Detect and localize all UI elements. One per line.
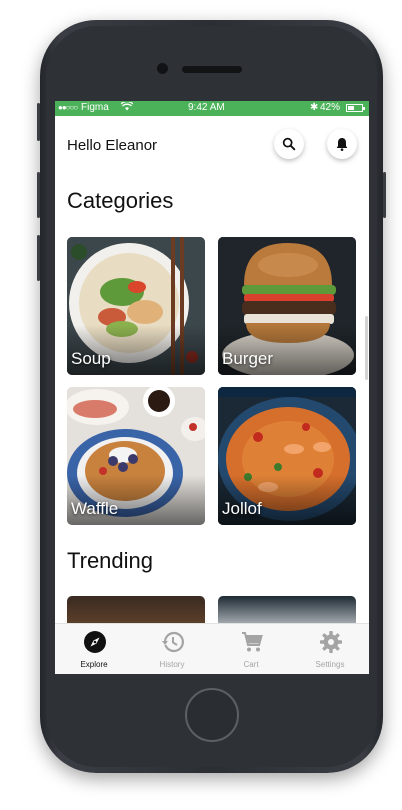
tab-history[interactable]: History (133, 624, 211, 674)
tab-label: Explore (80, 660, 108, 669)
volume-down-button (37, 235, 40, 281)
carrier-name: Figma (81, 102, 109, 113)
home-button[interactable] (185, 688, 239, 742)
speaker-grille (182, 66, 242, 73)
battery-icon (346, 104, 365, 112)
scrollbar[interactable] (365, 316, 368, 380)
camera-icon (157, 63, 168, 74)
battery-percent: 42% (320, 102, 341, 113)
category-card-burger[interactable]: Burger (218, 237, 356, 375)
category-card-waffle[interactable]: Waffle (67, 387, 205, 525)
bell-icon (336, 138, 348, 151)
wifi-icon (120, 101, 134, 113)
status-bar: ●●○○○ Figma 9:42 AM ✱ 42% (55, 101, 369, 116)
tab-label: History (159, 660, 185, 669)
signal-icon: ●●○○○ (58, 103, 78, 112)
greeting-text: Hello Eleanor (67, 137, 158, 154)
category-label: Soup (71, 349, 111, 368)
bluetooth-icon: ✱ (310, 102, 319, 113)
category-card-soup[interactable]: Soup (67, 237, 205, 375)
compass-icon (84, 631, 106, 653)
category-label: Burger (222, 349, 274, 368)
search-button[interactable] (274, 129, 304, 159)
tab-explore[interactable]: Explore (55, 624, 133, 674)
category-card-jollof[interactable]: Jollof (218, 387, 356, 525)
category-label: Jollof (222, 499, 262, 518)
bottom-tab-bar: Explore History Cart Settings (55, 623, 369, 674)
mute-switch (37, 103, 40, 141)
notifications-button[interactable] (327, 129, 357, 159)
trending-heading: Trending (67, 548, 154, 573)
status-time: 9:42 AM (188, 102, 225, 113)
power-button (383, 172, 386, 218)
tab-label: Settings (315, 660, 345, 669)
history-icon (162, 631, 184, 653)
category-label: Waffle (71, 499, 119, 518)
search-icon (282, 137, 296, 151)
tab-cart[interactable]: Cart (212, 624, 290, 674)
cart-icon (242, 632, 263, 652)
categories-heading: Categories (67, 188, 174, 213)
app-screen: ●●○○○ Figma 9:42 AM ✱ 42% Hello Eleanor … (55, 101, 369, 674)
tab-label: Cart (243, 660, 259, 669)
tab-settings[interactable]: Settings (291, 624, 369, 674)
gear-icon (320, 631, 342, 653)
volume-up-button (37, 172, 40, 218)
